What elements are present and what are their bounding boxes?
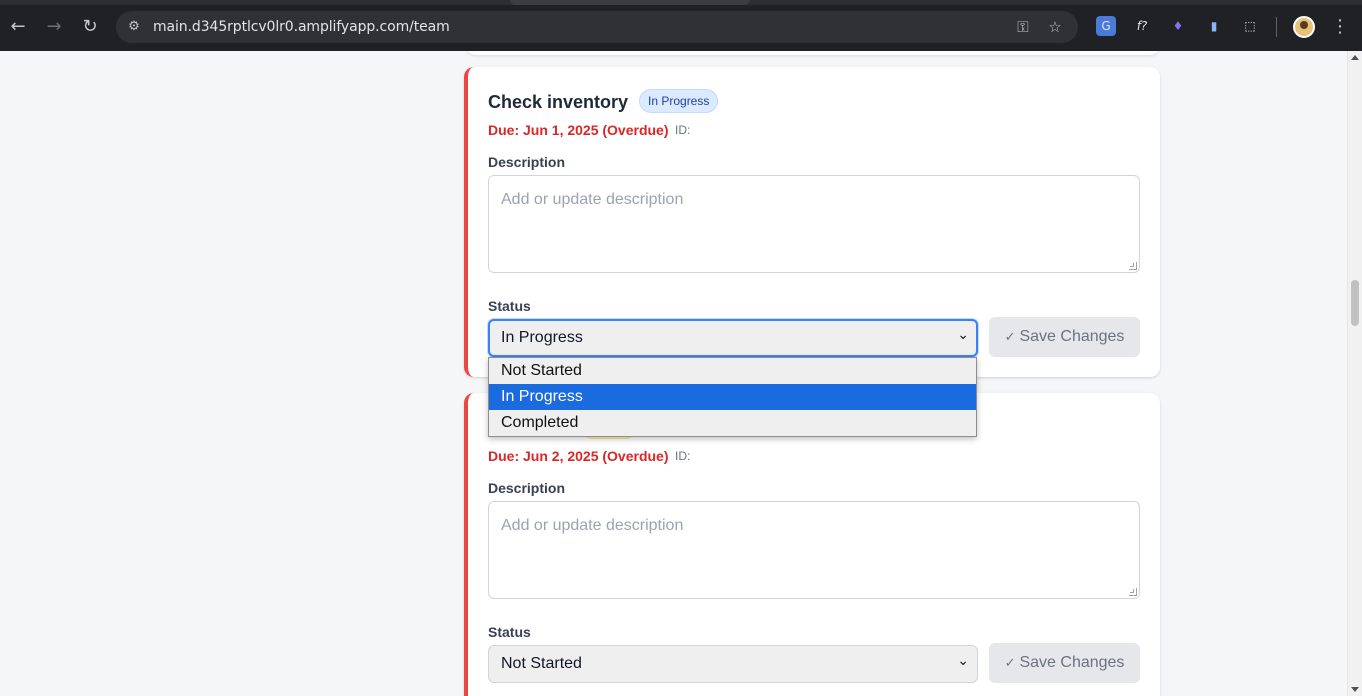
due-date: Due: Jun 1, 2025 (Overdue) [488,122,669,138]
formula-icon[interactable]: f? [1132,16,1152,36]
bookmark-star-icon[interactable]: ☆ [1044,16,1066,38]
scrollbar-thumb[interactable] [1351,280,1359,326]
more-menu-icon[interactable]: ⋮ [1330,14,1350,40]
task-id-label: ID: [675,123,691,137]
google-translate-icon[interactable]: G [1096,16,1116,36]
status-badge: In Progress [639,89,719,113]
description-placeholder: Add or update description [501,191,684,208]
scroll-up-icon[interactable] [1351,55,1359,60]
chevron-down-icon: ⌄ [957,327,969,343]
task-id-label: ID: [675,449,691,463]
check-icon: ✓ [1004,656,1016,671]
profile-avatar[interactable] [1293,16,1315,38]
password-key-icon[interactable]: ⚿ [1012,16,1034,38]
flame-icon[interactable]: ♦ [1168,16,1188,36]
description-label: Description [488,480,566,496]
task-title: Check inventory [488,92,629,112]
address-bar[interactable]: ⚙ main.d345rptlcv0lr0.amplifyapp.com/tea… [116,11,1078,43]
forward-icon[interactable]: → [41,14,67,40]
reload-icon[interactable]: ↻ [77,14,103,40]
browser-toolbar: ← → ↻ ⚙ main.d345rptlcv0lr0.amplifyapp.c… [0,0,1362,51]
clipboard-icon[interactable]: ▮ [1204,16,1224,36]
status-select-value: In Progress [501,329,583,346]
due-date: Due: Jun 2, 2025 (Overdue) [488,448,669,464]
description-placeholder: Add or update description [501,517,684,534]
resize-handle[interactable] [1129,262,1137,270]
dropdown-option-completed[interactable]: Completed [489,410,976,436]
resize-handle[interactable] [1129,588,1137,596]
save-changes-button[interactable]: ✓ Save Changes [989,317,1140,357]
toolbar-divider [1276,17,1277,37]
save-button-label: Save Changes [1019,654,1125,671]
status-label: Status [488,624,531,640]
save-button-label: Save Changes [1019,328,1125,345]
previous-task-card [466,51,1160,55]
description-textarea[interactable]: Add or update description [488,501,1140,599]
puzzle-icon[interactable]: ⬚ [1240,16,1260,36]
task-card: Check inventory In Progress Due: Jun 1, … [464,67,1160,377]
status-select[interactable]: Not Started ⌄ [488,645,978,683]
site-settings-icon[interactable]: ⚙ [124,17,144,37]
url-text[interactable]: main.d345rptlcv0lr0.amplifyapp.com/team [153,19,450,35]
page-scrollbar[interactable] [1347,51,1362,696]
scroll-down-icon[interactable] [1351,687,1359,692]
save-changes-button[interactable]: ✓ Save Changes [989,643,1140,683]
back-icon[interactable]: ← [5,14,31,40]
status-label: Status [488,298,531,314]
dropdown-option-not-started[interactable]: Not Started [489,358,976,384]
check-icon: ✓ [1004,330,1016,345]
status-select-value: Not Started [501,655,582,672]
task-card: Due: Jun 2, 2025 (Overdue) ID: Descripti… [464,393,1160,696]
status-dropdown-list[interactable]: Not Started In Progress Completed [488,357,977,437]
description-textarea[interactable]: Add or update description [488,175,1140,273]
active-tab-edge[interactable] [510,0,750,5]
dropdown-option-in-progress[interactable]: In Progress [489,384,976,410]
status-select[interactable]: In Progress ⌄ [488,319,978,357]
chevron-down-icon: ⌄ [957,653,969,669]
description-label: Description [488,154,566,170]
